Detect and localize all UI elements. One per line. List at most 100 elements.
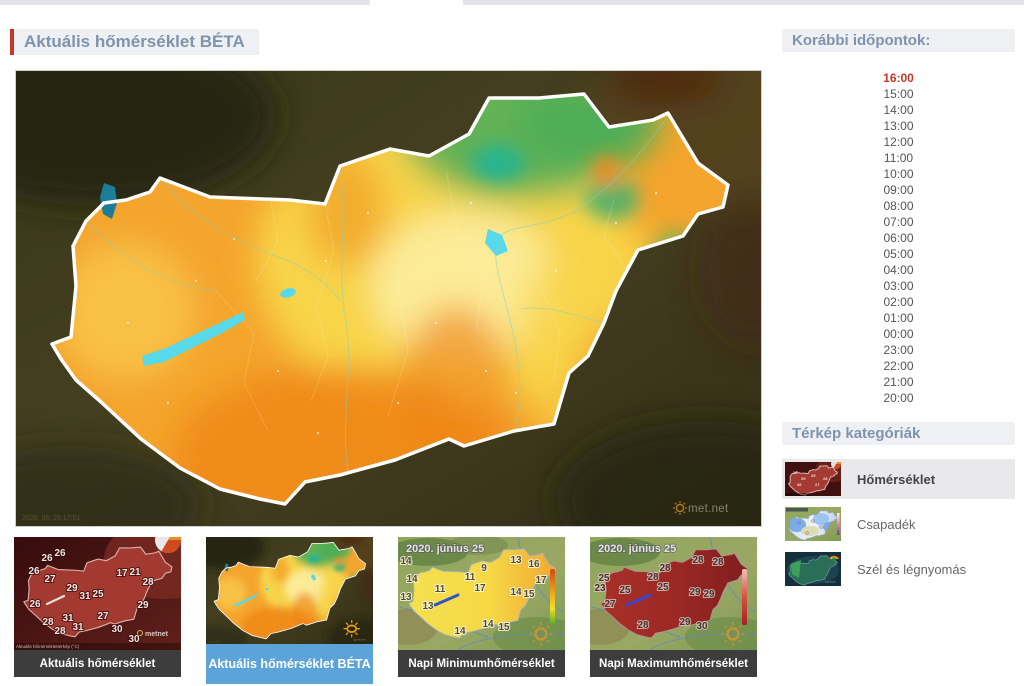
time-item[interactable]: 03:00 bbox=[782, 278, 1015, 294]
temp-value: 14 bbox=[406, 574, 418, 585]
temp-value: 14 bbox=[482, 619, 494, 630]
times-header: Korábbi időpontok: bbox=[782, 29, 1015, 52]
page-title: Aktuális hőmérséklet BÉTA bbox=[10, 29, 259, 55]
thumbnail-daily-maximum[interactable]: 2020. június 25 282828252823252529292728… bbox=[590, 537, 757, 677]
time-item[interactable]: 09:00 bbox=[782, 182, 1015, 198]
temp-value: 28 bbox=[692, 555, 704, 566]
temp-value: 15 bbox=[523, 589, 535, 600]
category-label: Hőmérséklet bbox=[857, 472, 935, 487]
colorbar bbox=[742, 569, 747, 625]
thumb-caption: Aktuális hőmérséklettérkép (°C) bbox=[16, 644, 80, 649]
time-item[interactable]: 23:00 bbox=[782, 342, 1015, 358]
temp-value: 14 bbox=[400, 556, 412, 567]
time-item[interactable]: 12:00 bbox=[782, 134, 1015, 150]
time-item[interactable]: 10:00 bbox=[782, 166, 1015, 182]
time-item[interactable]: 15:00 bbox=[782, 86, 1015, 102]
temp-value: 13 bbox=[400, 592, 412, 603]
temp-value: 29 bbox=[703, 589, 715, 600]
thumbnail-current-temperature[interactable]: metnet Aktuális hőmérséklettérkép (°C) 2… bbox=[14, 537, 181, 677]
thumb-date: 2020. június 25 bbox=[598, 543, 676, 555]
temp-value: 26 bbox=[54, 548, 66, 559]
main-map-panel: met.net 2020. 06. 26 17:01 bbox=[15, 70, 762, 527]
temp-value: 13 bbox=[510, 555, 522, 566]
category-list: 262925 282728 Hőmérséklet bbox=[782, 459, 1015, 589]
time-item[interactable]: 16:00 bbox=[782, 70, 1015, 86]
temp-value: 25 bbox=[657, 582, 669, 593]
temp-value: 30 bbox=[128, 634, 140, 645]
thumb-date: 2020. június 25 bbox=[406, 543, 484, 555]
thumbnail-map-minimum: 2020. június 25 141316911141711171314151… bbox=[398, 537, 565, 650]
svg-text:27: 27 bbox=[815, 482, 820, 487]
category-temperature[interactable]: 262925 282728 Hőmérséklet bbox=[782, 459, 1015, 499]
header-strip-right bbox=[463, 0, 1024, 5]
temp-value: 21 bbox=[129, 567, 141, 578]
category-label: Szél és légnyomás bbox=[857, 562, 966, 577]
temp-value: 28 bbox=[637, 620, 649, 631]
temp-value: 28 bbox=[659, 563, 671, 574]
temp-value: 27 bbox=[44, 574, 56, 585]
times-list: 16:0015:0014:0013:0012:0011:0010:0009:00… bbox=[782, 70, 1015, 406]
precipitation-thumb-icon bbox=[785, 507, 841, 541]
temperature-thumb-icon: 262925 282728 bbox=[785, 462, 841, 496]
svg-text:28: 28 bbox=[823, 476, 828, 481]
thumbnail-map-current: metnet Aktuális hőmérséklettérkép (°C) 2… bbox=[14, 537, 181, 650]
time-item[interactable]: 11:00 bbox=[782, 150, 1015, 166]
svg-text:28: 28 bbox=[797, 482, 802, 487]
time-item[interactable]: 06:00 bbox=[782, 230, 1015, 246]
temp-value: 28 bbox=[54, 626, 66, 637]
svg-text:metnet: metnet bbox=[145, 631, 169, 638]
watermark-text: met.net bbox=[688, 503, 729, 515]
sidebar: Korábbi időpontok: 16:0015:0014:0013:001… bbox=[782, 29, 1015, 594]
time-item[interactable]: 07:00 bbox=[782, 214, 1015, 230]
temp-value: 25 bbox=[619, 585, 631, 596]
map-thumbnails: metnet Aktuális hőmérséklettérkép (°C) 2… bbox=[14, 537, 757, 684]
time-item[interactable]: 05:00 bbox=[782, 246, 1015, 262]
svg-text:25: 25 bbox=[811, 473, 816, 478]
temp-value: 26 bbox=[28, 566, 40, 577]
time-item[interactable]: 02:00 bbox=[782, 294, 1015, 310]
time-item[interactable]: 01:00 bbox=[782, 310, 1015, 326]
temp-value: 15 bbox=[498, 622, 510, 633]
temp-value: 11 bbox=[465, 572, 476, 583]
temp-value: 26 bbox=[29, 599, 41, 610]
time-item[interactable]: 04:00 bbox=[782, 262, 1015, 278]
header-strip-left bbox=[0, 0, 370, 5]
temp-value: 30 bbox=[696, 621, 708, 632]
thumbnail-map-maximum: 2020. június 25 282828252823252529292728… bbox=[590, 537, 757, 650]
temp-value: 31 bbox=[79, 591, 91, 602]
time-item[interactable]: 08:00 bbox=[782, 198, 1015, 214]
thumbnail-label: Aktuális hőmérséklet BÉTA bbox=[206, 644, 373, 684]
temp-value: 11 bbox=[435, 584, 446, 595]
time-item[interactable]: 00:00 bbox=[782, 326, 1015, 342]
category-precipitation[interactable]: Csapadék bbox=[782, 504, 1015, 544]
temp-value: 29 bbox=[679, 617, 691, 628]
time-item[interactable]: 22:00 bbox=[782, 358, 1015, 374]
temp-value: 9 bbox=[481, 563, 487, 574]
temp-value: 17 bbox=[535, 575, 547, 586]
svg-text:metnet: metnet bbox=[825, 580, 836, 584]
temp-value: 23 bbox=[594, 583, 606, 594]
temp-value: 31 bbox=[72, 622, 84, 633]
thumbnail-daily-minimum[interactable]: 2020. június 25 141316911141711171314151… bbox=[398, 537, 565, 677]
temp-value: 28 bbox=[142, 577, 154, 588]
temp-value: 16 bbox=[528, 559, 540, 570]
time-item[interactable]: 20:00 bbox=[782, 390, 1015, 406]
temp-value: 17 bbox=[116, 568, 128, 579]
temp-value: 29 bbox=[66, 583, 78, 594]
time-item[interactable]: 13:00 bbox=[782, 118, 1015, 134]
thumbnail-label: Napi Minimumhőmérséklet bbox=[398, 650, 565, 677]
time-item[interactable]: 14:00 bbox=[782, 102, 1015, 118]
temp-value: 14 bbox=[510, 587, 522, 598]
wind-thumb-icon: metnet bbox=[785, 552, 841, 586]
temp-value: 27 bbox=[604, 599, 616, 610]
temp-value: 13 bbox=[422, 601, 434, 612]
temp-value: 17 bbox=[474, 583, 486, 594]
svg-text:26: 26 bbox=[793, 470, 798, 475]
time-item[interactable]: 21:00 bbox=[782, 374, 1015, 390]
thumbnail-label: Aktuális hőmérséklet bbox=[14, 650, 181, 677]
thumbnail-current-temperature-beta[interactable]: Aktuális hőmérséklet BÉTA bbox=[206, 537, 373, 684]
temp-value: 26 bbox=[41, 553, 53, 564]
category-wind-pressure[interactable]: metnet Szél és légnyomás bbox=[782, 549, 1015, 589]
map-timestamp: 2020. 06. 26 17:01 bbox=[22, 515, 80, 522]
temp-value: 29 bbox=[689, 587, 701, 598]
